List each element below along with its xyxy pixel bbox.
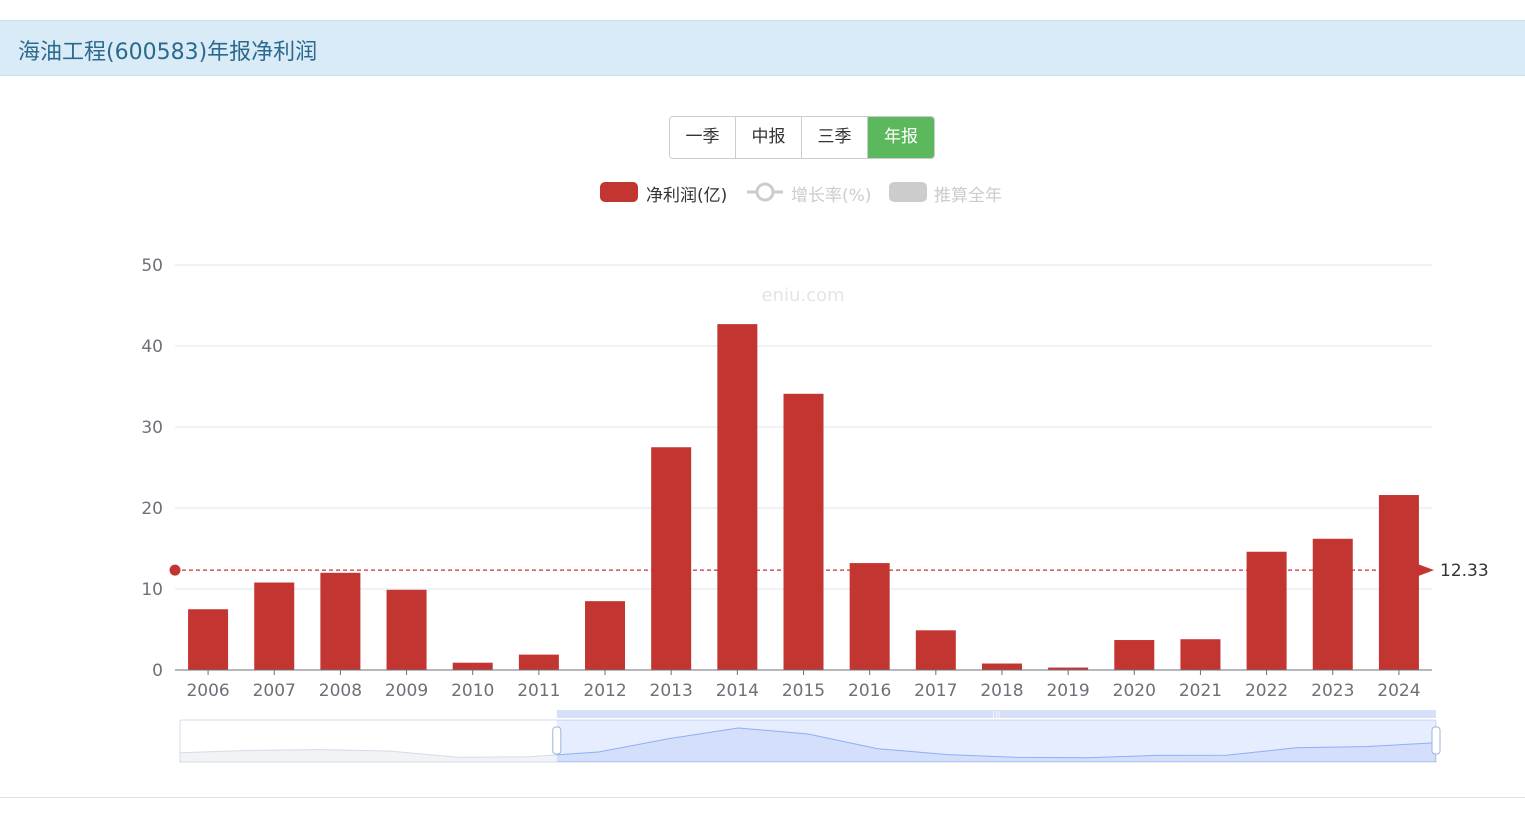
- bar-2014: [717, 324, 758, 670]
- x-tick-label: 2011: [517, 681, 560, 701]
- zoom-start-handle[interactable]: [552, 726, 562, 755]
- x-tick-label: 2009: [385, 681, 428, 701]
- bar-2013: [651, 447, 692, 670]
- average-line-arrow-icon: [1418, 564, 1434, 577]
- average-line-start-marker: [169, 564, 181, 576]
- y-tick-label: 10: [141, 580, 163, 600]
- watermark: eniu.com: [761, 285, 844, 306]
- zoom-move-grip-icon: |||: [992, 710, 1000, 719]
- x-axis: 2006 2007 2008 2009 2010 2011 2012 2013 2014 2015…: [175, 669, 1432, 701]
- bar-2017: [915, 630, 956, 670]
- x-tick-label: 2020: [1113, 681, 1156, 701]
- y-tick-label: 30: [141, 418, 163, 438]
- x-tick-label: 2021: [1179, 681, 1222, 701]
- x-tick-label: 2018: [980, 681, 1023, 701]
- x-tick-label: 2022: [1245, 681, 1288, 701]
- bar-2009: [386, 589, 427, 670]
- x-tick-label: 2013: [650, 681, 693, 701]
- bar-2016: [849, 563, 890, 670]
- x-tick-label: 2008: [319, 681, 362, 701]
- bar-2021: [1180, 639, 1221, 670]
- bottom-divider: [0, 797, 1525, 798]
- bars: [188, 324, 1419, 670]
- x-tick-label: 2012: [583, 681, 626, 701]
- x-tick-label: 2006: [186, 681, 229, 701]
- x-tick-label: 2016: [848, 681, 891, 701]
- bar-2012: [585, 601, 626, 670]
- bar-2008: [320, 572, 361, 670]
- bar-2018: [981, 663, 1022, 670]
- x-tick-label: 2024: [1377, 681, 1420, 701]
- x-tick-label: 2007: [253, 681, 296, 701]
- y-tick-label: 50: [141, 256, 163, 276]
- net-profit-chart: eniu.com 0 10 20 30 40 50 2006 2007 2008 2009 201…: [141, 256, 1489, 763]
- bar-2020: [1114, 640, 1155, 670]
- x-tick-label: 2015: [782, 681, 825, 701]
- bar-2010: [452, 662, 493, 670]
- x-tick-label: 2010: [451, 681, 494, 701]
- y-axis-labels: 0 10 20 30 40 50: [141, 256, 163, 681]
- bar-2006: [188, 609, 229, 670]
- x-tick-label: 2017: [914, 681, 957, 701]
- bar-2024: [1378, 495, 1419, 670]
- zoom-end-handle[interactable]: [1431, 726, 1441, 755]
- bar-2011: [518, 654, 559, 670]
- x-tick-label: 2023: [1311, 681, 1354, 701]
- y-tick-label: 0: [152, 661, 163, 681]
- average-line-group: 12.33: [169, 561, 1489, 581]
- bar-2015: [783, 393, 824, 670]
- bar-2022: [1246, 551, 1287, 670]
- y-tick-label: 20: [141, 499, 163, 519]
- bar-2007: [254, 582, 295, 670]
- average-line-label: 12.33: [1440, 561, 1489, 581]
- x-tick-label: 2014: [716, 681, 759, 701]
- y-tick-label: 40: [141, 337, 163, 357]
- bar-2023: [1312, 538, 1353, 670]
- data-zoom-slider[interactable]: |||: [179, 710, 1441, 763]
- x-tick-label: 2019: [1046, 681, 1089, 701]
